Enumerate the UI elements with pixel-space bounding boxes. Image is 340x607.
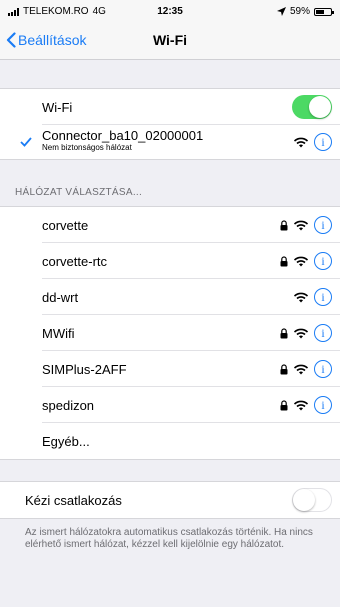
- info-icon[interactable]: i: [314, 133, 332, 151]
- wifi-signal-icon: [294, 292, 308, 302]
- info-icon[interactable]: i: [314, 252, 332, 270]
- navigation-bar: Beállítások Wi-Fi: [0, 22, 340, 60]
- network-name: corvette-rtc: [42, 254, 108, 269]
- battery-icon: [314, 7, 334, 16]
- wifi-label: Wi-Fi: [42, 100, 73, 115]
- lock-icon: [280, 327, 288, 338]
- info-icon[interactable]: i: [314, 216, 332, 234]
- manual-join-toggle[interactable]: [292, 488, 332, 512]
- info-icon[interactable]: i: [314, 396, 332, 414]
- wifi-signal-icon: [294, 328, 308, 338]
- network-row[interactable]: corvette i: [0, 207, 340, 243]
- other-network-label: Egyéb...: [42, 434, 90, 449]
- wifi-signal-icon: [294, 400, 308, 410]
- network-name: spedizon: [42, 398, 95, 413]
- manual-join-section: Kézi csatlakozás: [0, 481, 340, 519]
- info-icon[interactable]: i: [314, 324, 332, 342]
- lock-icon: [280, 219, 288, 230]
- location-arrow-icon: [276, 7, 286, 16]
- info-icon[interactable]: i: [314, 360, 332, 378]
- info-icon[interactable]: i: [314, 288, 332, 306]
- network-name: corvette: [42, 218, 89, 233]
- network-name: dd-wrt: [42, 290, 79, 305]
- page-title: Wi-Fi: [152, 32, 188, 48]
- networks-section-header: HÁLÓZAT VÁLASZTÁSA...: [15, 187, 143, 198]
- other-network-row[interactable]: Egyéb...: [0, 423, 340, 459]
- manual-join-footer: Az ismert hálózatokra automatikus csatla…: [25, 527, 313, 550]
- manual-join-row: Kézi csatlakozás: [0, 482, 340, 518]
- wifi-toggle-row: Wi-Fi: [0, 89, 340, 125]
- connected-network-name: Connector_ba10_02000001: [42, 128, 204, 143]
- wifi-signal-icon: [294, 364, 308, 374]
- network-row[interactable]: corvette-rtc i: [0, 243, 340, 279]
- network-row[interactable]: SIMPlus-2AFF i: [0, 351, 340, 387]
- manual-join-label: Kézi csatlakozás: [25, 493, 122, 508]
- wifi-signal-icon: [294, 256, 308, 266]
- network-name: SIMPlus-2AFF: [42, 362, 127, 377]
- connected-network-subtitle: Nem biztonságos hálózat: [42, 143, 132, 152]
- network-name: MWifi: [42, 326, 75, 341]
- wifi-toggle[interactable]: [292, 95, 332, 119]
- wifi-signal-icon: [294, 220, 308, 230]
- wifi-signal-icon: [294, 137, 308, 147]
- checkmark-icon: [20, 137, 32, 147]
- lock-icon: [280, 363, 288, 374]
- status-bar: TELEKOM.RO 4G 12:35 59%: [0, 0, 340, 22]
- wifi-section: Wi-Fi Connector_ba10_02000001 Nem bizton…: [0, 88, 340, 160]
- lock-icon: [280, 399, 288, 410]
- battery-percentage: 59%: [289, 6, 310, 17]
- networks-section: corvette i corvette-rtc i dd-wrt i MWifi i SIMPl…: [0, 206, 340, 460]
- lock-icon: [280, 255, 288, 266]
- network-row[interactable]: dd-wrt i: [0, 279, 340, 315]
- network-row[interactable]: MWifi i: [0, 315, 340, 351]
- connected-network-row[interactable]: Connector_ba10_02000001 Nem biztonságos …: [0, 125, 340, 159]
- network-row[interactable]: spedizon i: [0, 387, 340, 423]
